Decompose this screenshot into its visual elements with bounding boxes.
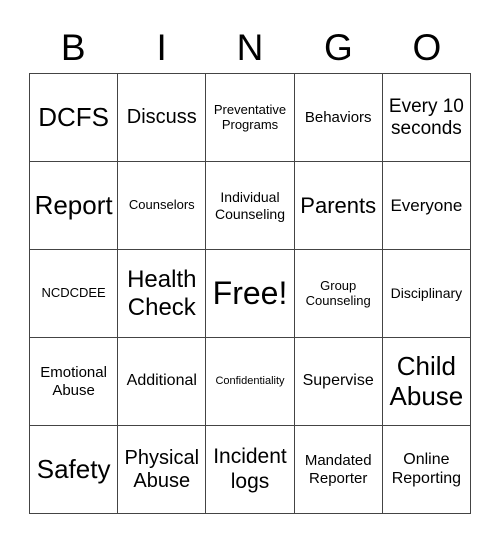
bingo-cell-label: Mandated Reporter xyxy=(304,452,372,487)
bingo-grid: DCFS Discuss Preventative Programs Behavior… xyxy=(29,73,471,514)
bingo-cell-label: Preventative Programs xyxy=(213,101,287,132)
bingo-cell-label: Disciplinary xyxy=(390,285,463,302)
header-letter-n: N xyxy=(236,27,264,68)
bingo-cell[interactable]: NCDCDEE xyxy=(30,250,119,338)
bingo-cell[interactable]: Everyone xyxy=(382,162,471,250)
bingo-cell-label: Supervise xyxy=(302,372,374,390)
bingo-cell-label: Every 10 seconds xyxy=(388,95,464,139)
bingo-cell-label: Additional xyxy=(126,372,197,390)
header-letter-g: G xyxy=(324,27,353,68)
bingo-cell[interactable]: Physical Abuse xyxy=(118,426,207,514)
bingo-cell-label: Parents xyxy=(300,192,377,218)
bingo-cell[interactable]: Group Counseling xyxy=(294,250,383,338)
bingo-cell-label: Discuss xyxy=(126,106,197,128)
header-letter-b: B xyxy=(60,27,86,68)
bingo-cell-label: DCFS xyxy=(38,101,109,132)
bingo-cell-label: Free! xyxy=(212,275,288,312)
bingo-header: B I N G O xyxy=(29,24,471,72)
bingo-cell[interactable]: Preventative Programs xyxy=(206,74,295,162)
bingo-cell-label: Health Check xyxy=(127,265,197,321)
bingo-cell-label: Incident logs xyxy=(213,445,287,493)
bingo-cell[interactable]: Online Reporting xyxy=(382,426,471,514)
bingo-cell-label: Physical Abuse xyxy=(124,446,200,492)
bingo-cell[interactable]: DCFS xyxy=(30,74,119,162)
bingo-cell[interactable]: Incident logs xyxy=(206,426,295,514)
bingo-cell-label: Behaviors xyxy=(304,108,372,126)
bingo-cell-label: Emotional Abuse xyxy=(40,364,107,399)
bingo-cell-label: Report xyxy=(34,189,113,220)
bingo-cell-label: Safety xyxy=(36,453,111,484)
bingo-cell[interactable]: Individual Counseling xyxy=(206,162,295,250)
bingo-cell-label: Confidentiality xyxy=(215,375,285,388)
bingo-cell[interactable]: Behaviors xyxy=(294,74,383,162)
bingo-cell[interactable]: Report xyxy=(30,162,119,250)
bingo-cell[interactable]: Disciplinary xyxy=(382,250,471,338)
header-letter-i: I xyxy=(156,27,167,68)
bingo-cell[interactable]: Health Check xyxy=(118,250,207,338)
bingo-cell-label: NCDCDEE xyxy=(41,285,106,301)
header-letter-o: O xyxy=(412,27,442,68)
bingo-cell[interactable]: Parents xyxy=(294,162,383,250)
bingo-cell[interactable]: Discuss xyxy=(118,74,207,162)
bingo-cell[interactable]: Safety xyxy=(30,426,119,514)
bingo-cell-label: Counselors xyxy=(128,197,195,213)
bingo-cell[interactable]: Mandated Reporter xyxy=(294,426,383,514)
bingo-cell-label: Online Reporting xyxy=(391,451,462,487)
bingo-cell-label: Everyone xyxy=(390,195,463,215)
bingo-cell-label: Group Counseling xyxy=(305,277,371,308)
bingo-cell[interactable]: Every 10 seconds xyxy=(382,74,471,162)
bingo-cell[interactable]: Counselors xyxy=(118,162,207,250)
bingo-cell-label: Individual Counseling xyxy=(214,189,286,222)
bingo-cell[interactable]: Free! xyxy=(206,250,295,338)
bingo-cell-label: Child Abuse xyxy=(389,350,464,411)
bingo-cell[interactable]: Confidentiality xyxy=(206,338,295,426)
bingo-cell[interactable]: Child Abuse xyxy=(382,338,471,426)
bingo-cell[interactable]: Additional xyxy=(118,338,207,426)
bingo-cell[interactable]: Supervise xyxy=(294,338,383,426)
bingo-cell[interactable]: Emotional Abuse xyxy=(30,338,119,426)
